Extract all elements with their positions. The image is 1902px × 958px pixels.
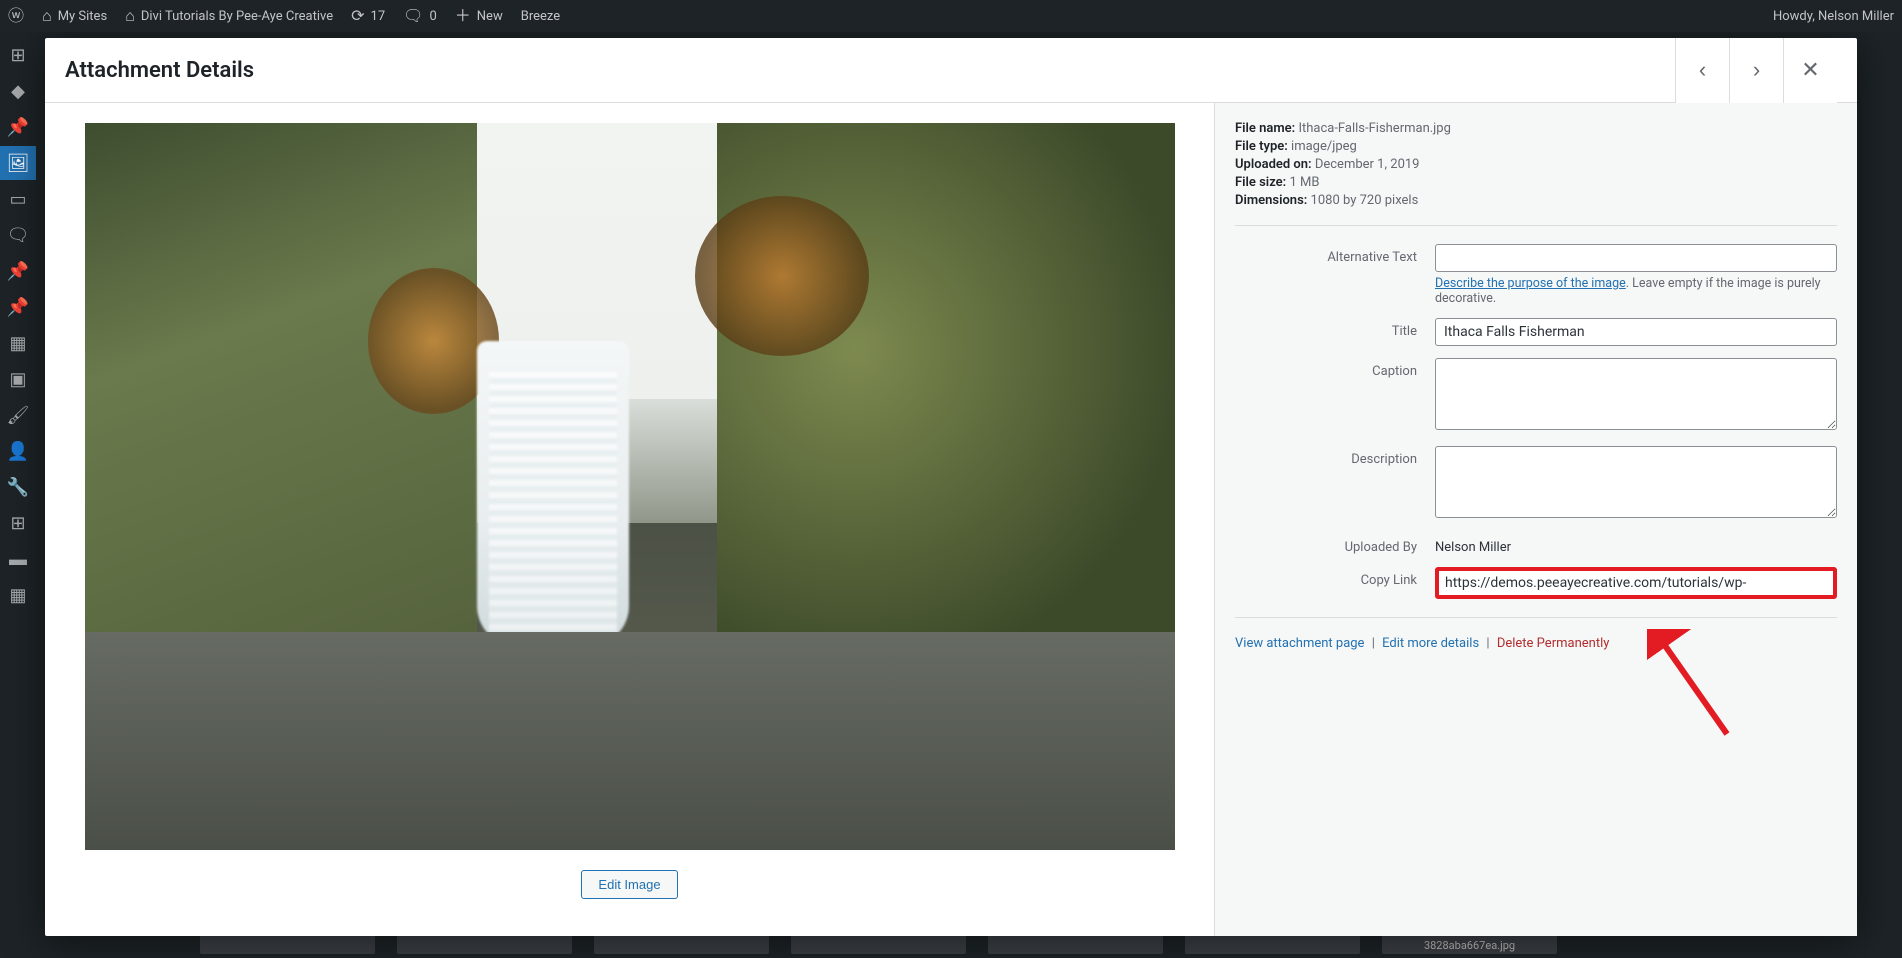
wp-logo[interactable]: ⓦ (8, 8, 24, 24)
alt-text-input[interactable] (1435, 244, 1837, 272)
updates-link[interactable]: ⟳ 17 (351, 8, 385, 24)
menu-pin2[interactable]: 📌 (0, 254, 36, 288)
bg-thumb-caption: 3828aba667ea.jpg (1424, 939, 1515, 952)
menu-pages[interactable]: ▭ (0, 182, 36, 216)
menu-comments[interactable]: 🗨 (0, 218, 36, 252)
refresh-icon: ⟳ (351, 8, 364, 24)
menu-settings[interactable]: ⊞ (0, 506, 36, 540)
description-label: Description (1235, 446, 1435, 467)
menu-extra[interactable]: ▦ (0, 578, 36, 612)
close-icon: ✕ (1801, 57, 1819, 83)
plus-icon: ＋ (455, 8, 471, 24)
copy-link-input[interactable] (1435, 567, 1837, 599)
edit-more-details-link[interactable]: Edit more details (1382, 636, 1479, 651)
caption-label: Caption (1235, 358, 1435, 379)
modal-title: Attachment Details (65, 58, 254, 83)
title-input[interactable] (1435, 318, 1837, 346)
my-sites-link[interactable]: ⌂ My Sites (42, 8, 107, 24)
file-name-label: File name: (1235, 121, 1295, 136)
uploaded-on-label: Uploaded on: (1235, 157, 1312, 172)
dimensions-value: 1080 by 720 pixels (1311, 193, 1419, 208)
site-name-label: Divi Tutorials By Pee-Aye Creative (141, 9, 333, 24)
updates-count: 17 (371, 9, 386, 24)
details-pane: File name: Ithaca-Falls-Fisherman.jpg Fi… (1214, 103, 1857, 936)
menu-divi[interactable]: ◆ (0, 74, 36, 108)
menu-media[interactable]: 🖼 (0, 146, 36, 180)
media-preview-pane: Edit Image (45, 103, 1214, 936)
howdy-link[interactable]: Howdy, Nelson Miller (1773, 9, 1894, 24)
my-sites-label: My Sites (58, 9, 107, 24)
admin-sidebar: ⊞ ◆ 📌 🖼 ▭ 🗨 📌 📌 ▦ ▣ 🖌 👤 🔧 ⊞ ▬ ▦ (0, 32, 36, 958)
attachment-image (85, 123, 1175, 850)
new-content-link[interactable]: ＋ New (455, 8, 503, 24)
edit-image-button[interactable]: Edit Image (581, 870, 677, 899)
comments-count: 0 (429, 9, 436, 24)
action-sep: | (1486, 636, 1489, 651)
dimensions-label: Dimensions: (1235, 193, 1307, 208)
delete-permanently-link[interactable]: Delete Permanently (1497, 636, 1610, 651)
alt-text-label: Alternative Text (1235, 244, 1435, 265)
breeze-link[interactable]: Breeze (521, 9, 560, 24)
chevron-left-icon: ‹ (1699, 57, 1706, 83)
caption-textarea[interactable] (1435, 358, 1837, 430)
description-textarea[interactable] (1435, 446, 1837, 518)
file-size-label: File size: (1235, 175, 1286, 190)
breeze-label: Breeze (521, 9, 560, 24)
attachment-actions: View attachment page | Edit more details… (1235, 617, 1837, 651)
view-attachment-page-link[interactable]: View attachment page (1235, 636, 1364, 651)
menu-folder[interactable]: ▬ (0, 542, 36, 576)
file-type-label: File type: (1235, 139, 1288, 154)
new-label: New (477, 9, 503, 24)
action-sep: | (1372, 636, 1375, 651)
menu-pin[interactable]: 📌 (0, 110, 36, 144)
menu-pin3[interactable]: 📌 (0, 290, 36, 324)
menu-box[interactable]: ▣ (0, 362, 36, 396)
modal-header: Attachment Details ‹ › ✕ (45, 38, 1857, 103)
wordpress-icon: ⓦ (8, 8, 24, 24)
howdy-label: Howdy, Nelson Miller (1773, 9, 1894, 24)
menu-tools[interactable]: 🔧 (0, 470, 36, 504)
uploaded-by-label: Uploaded By (1235, 534, 1435, 555)
menu-dashboard[interactable]: ⊞ (0, 38, 36, 72)
prev-attachment-button[interactable]: ‹ (1675, 38, 1729, 103)
comments-link[interactable]: 🗨0 (403, 8, 437, 24)
alt-help-link[interactable]: Describe the purpose of the image (1435, 276, 1626, 291)
title-label: Title (1235, 318, 1435, 339)
uploaded-by-value: Nelson Miller (1435, 534, 1837, 555)
file-size-value: 1 MB (1289, 175, 1319, 190)
file-name-value: Ithaca-Falls-Fisherman.jpg (1298, 121, 1450, 136)
file-meta-block: File name: Ithaca-Falls-Fisherman.jpg Fi… (1235, 121, 1837, 226)
next-attachment-button[interactable]: › (1729, 38, 1783, 103)
menu-woo[interactable]: ▦ (0, 326, 36, 360)
copy-link-label: Copy Link (1235, 567, 1435, 588)
attachment-details-modal: Attachment Details ‹ › ✕ Edit (45, 38, 1857, 936)
file-type-value: image/jpeg (1291, 139, 1357, 154)
uploaded-on-value: December 1, 2019 (1315, 157, 1420, 172)
alt-help-text: Describe the purpose of the image. Leave… (1435, 276, 1837, 306)
menu-users[interactable]: 👤 (0, 434, 36, 468)
close-modal-button[interactable]: ✕ (1783, 38, 1837, 103)
home-icon: ⌂ (125, 8, 135, 24)
menu-appearance[interactable]: 🖌 (0, 398, 36, 432)
comment-icon: 🗨 (403, 8, 423, 24)
chevron-right-icon: › (1753, 57, 1760, 83)
site-name-link[interactable]: ⌂ Divi Tutorials By Pee-Aye Creative (125, 8, 333, 24)
admin-bar: ⓦ ⌂ My Sites ⌂ Divi Tutorials By Pee-Aye C… (0, 0, 1902, 32)
sites-icon: ⌂ (42, 8, 52, 24)
